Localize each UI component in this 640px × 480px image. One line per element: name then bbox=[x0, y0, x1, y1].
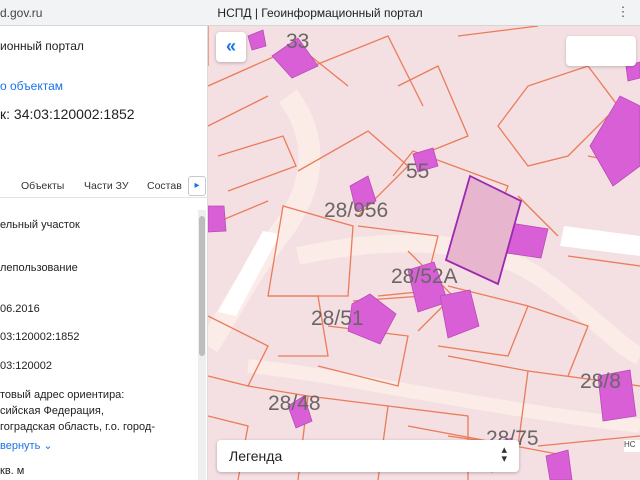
attr-use: лепользование bbox=[0, 262, 78, 274]
browser-title: НСПД | Геоинформационный портал bbox=[217, 6, 423, 20]
attr-cadastral-number: 03:120002:1852 bbox=[0, 331, 80, 343]
attr-address-line-1: сийская Федерация, bbox=[0, 405, 104, 417]
attr-address-heading: товый адрес ориентира: bbox=[0, 389, 125, 401]
map-view[interactable]: 33 55 28/956 28/52А 28/51 28/48 28/75 28… bbox=[208, 26, 640, 480]
tab-objects[interactable]: Объекты bbox=[21, 180, 64, 192]
attr-type: ельный участок bbox=[0, 219, 80, 231]
collapse-label: вернуть bbox=[0, 440, 41, 452]
map-label-28-8: 28/8 bbox=[580, 370, 621, 393]
tab-composition[interactable]: Состав bbox=[147, 180, 182, 192]
double-chevron-left-icon: « bbox=[225, 36, 236, 56]
tab-parts[interactable]: Части ЗУ bbox=[84, 180, 129, 192]
map-search-box[interactable] bbox=[566, 36, 636, 66]
attr-date: 06.2016 bbox=[0, 303, 40, 315]
parcel-title: к: 34:03:120002:1852 bbox=[0, 106, 135, 122]
sort-arrows-icon: ▴ ▾ bbox=[501, 444, 507, 465]
info-panel: ионный портал о объектам к: 34:03:120002… bbox=[0, 26, 208, 480]
road-band bbox=[208, 89, 640, 433]
legend-select[interactable]: Легенда ▴ ▾ bbox=[217, 440, 519, 472]
map-label-55: 55 bbox=[406, 160, 429, 183]
chevron-down-icon: ⌄ bbox=[43, 440, 53, 452]
legend-label: Легенда bbox=[229, 448, 283, 464]
back-to-objects-link[interactable]: о объектам bbox=[0, 79, 63, 93]
map-corner-attribution: НС bbox=[624, 440, 640, 452]
window-control-icon[interactable]: ⋮ bbox=[614, 3, 632, 21]
map-label-28-956: 28/956 bbox=[324, 199, 388, 222]
map-label-28-51: 28/51 bbox=[311, 307, 364, 330]
cadastral-map[interactable]: 33 55 28/956 28/52А 28/51 28/48 28/75 28… bbox=[208, 26, 640, 480]
attr-address-line-2: гоградская область, г.о. город- bbox=[0, 421, 155, 433]
attr-quarter: 03:120002 bbox=[0, 360, 52, 372]
browser-titlebar: d.gov.ru НСПД | Геоинформационный портал… bbox=[0, 0, 640, 26]
panel-tabs: Объекты Части ЗУ Состав ▸ bbox=[0, 176, 207, 198]
portal-brand: ионный портал bbox=[0, 39, 84, 53]
map-label-33: 33 bbox=[286, 30, 309, 53]
attr-area-unit: кв. м bbox=[0, 465, 25, 477]
panel-scrollbar-thumb[interactable] bbox=[199, 216, 205, 356]
tabs-next-icon[interactable]: ▸ bbox=[188, 176, 206, 196]
map-label-28-48: 28/48 bbox=[268, 392, 321, 415]
collapse-link[interactable]: вернуть ⌄ bbox=[0, 439, 53, 452]
collapse-panel-button[interactable]: « bbox=[216, 32, 246, 62]
map-label-28-52a: 28/52А bbox=[391, 265, 458, 288]
